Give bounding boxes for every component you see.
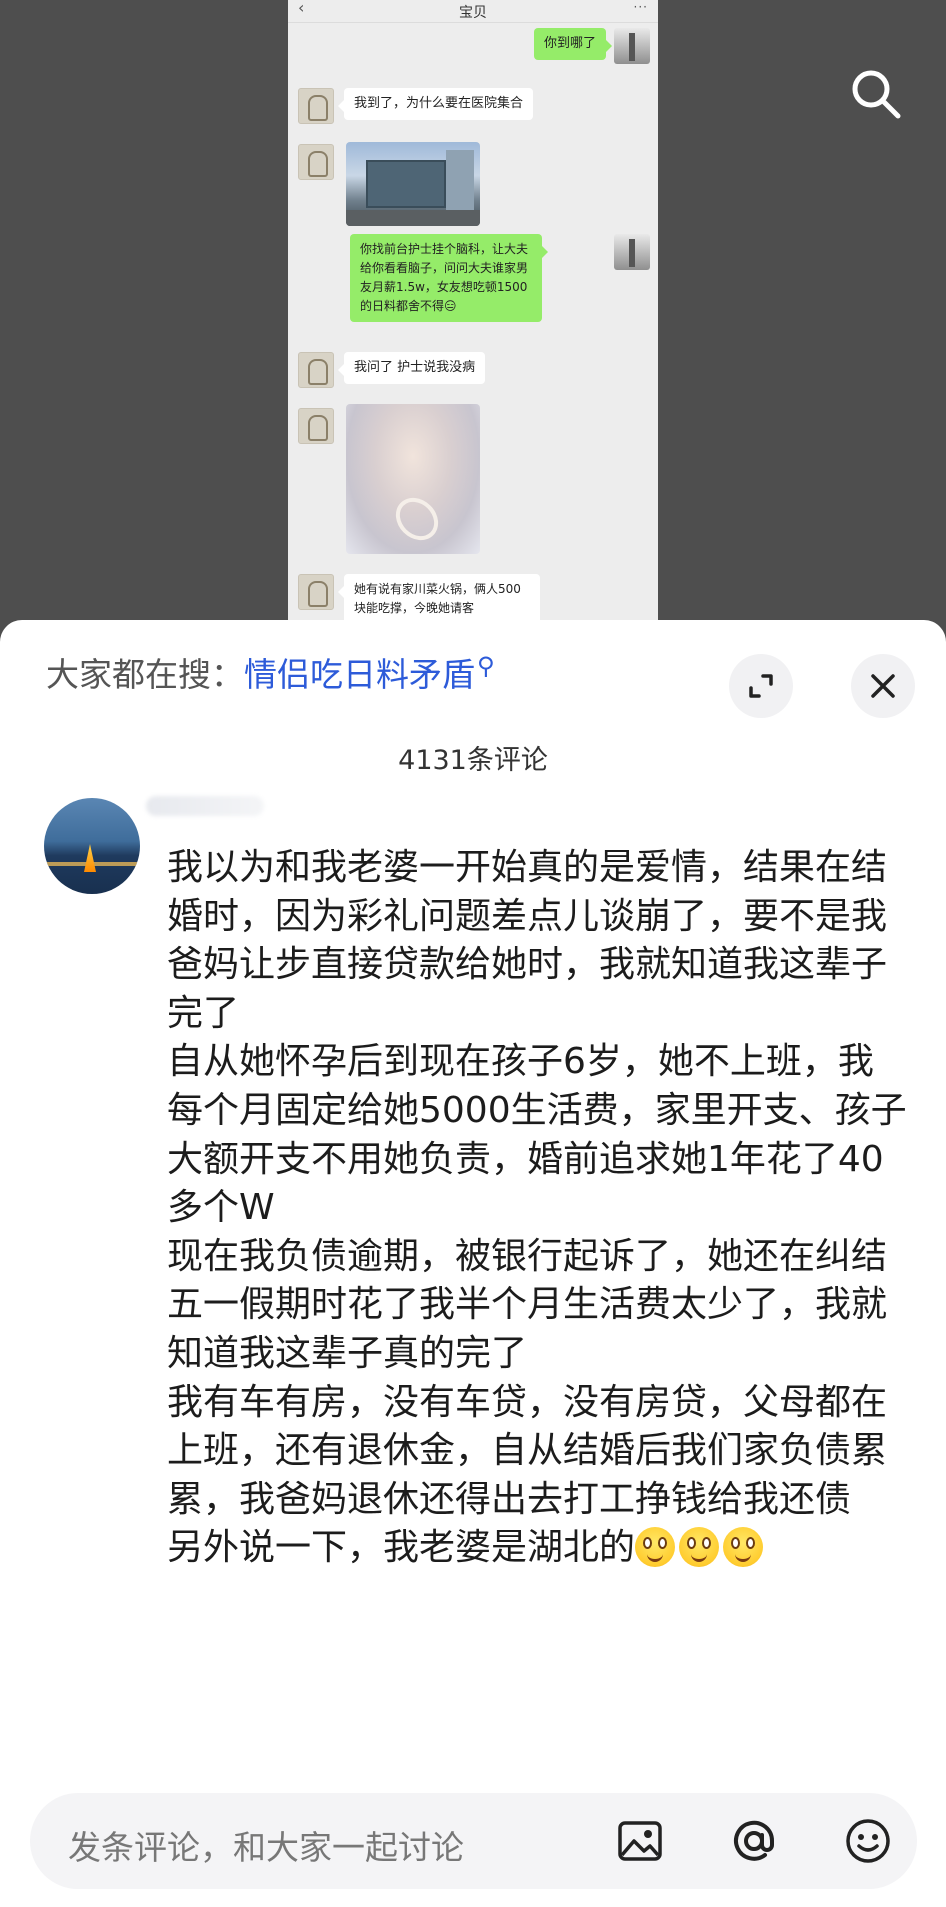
expand-icon — [749, 674, 773, 698]
smile-emoji-icon — [723, 1527, 764, 1568]
close-icon — [871, 674, 895, 698]
comment-input-bar[interactable]: 发条评论，和大家一起讨论 — [30, 1793, 917, 1889]
chat-bubble-left: 她有说有家川菜火锅，俩人500块能吃撑，今晚她请客 — [338, 574, 540, 624]
comment-panel: 大家都在搜：情侣吃日料矛盾⚲ 4131条评论 我以为和我老婆一开始真的是爱情，结… — [0, 620, 946, 1907]
chat-screenshot-image[interactable]: ‹ 宝贝 ··· 你到哪了 我到了，为什么要在医院集合 你找前台护士挂个脑科，让… — [288, 0, 658, 640]
comment-paragraph: 我以为和我老婆一开始真的是爱情，结果在结婚时，因为彩礼问题差点儿谈崩了，要不是我… — [167, 847, 888, 1034]
close-button[interactable] — [851, 654, 915, 718]
at-icon[interactable] — [726, 1813, 782, 1869]
comment-paragraph: 现在我负债逾期，被银行起诉了，她还在纠结五一假期时花了我半个月生活费太少了，我就… — [167, 1235, 888, 1374]
smile-emoji-icon — [679, 1527, 720, 1568]
username-blurred[interactable] — [146, 796, 264, 816]
search-icon — [852, 70, 901, 119]
comment-body: 我以为和我老婆一开始真的是爱情，结果在结婚时，因为彩礼问题差点儿谈崩了，要不是我… — [167, 844, 907, 1573]
comment-paragraph: 我有车有房，没有车贷，没有房贷，父母都在上班，还有退休金，自从结婚后我们家负债累… — [167, 1381, 888, 1520]
image-icon[interactable] — [612, 1813, 668, 1869]
comment-paragraph: 自从她怀孕后到现在孩子6岁，她不上班，我每个月固定给她5000生活费，家里开支、… — [167, 1041, 907, 1229]
comment-count: 4131条评论 — [398, 745, 548, 776]
trending-search-prefix: 大家都在搜： — [46, 655, 244, 694]
comment-last-line: 另外说一下，我老婆是湖北的 — [167, 1524, 907, 1573]
comment-paragraph: 另外说一下，我老婆是湖北的 — [167, 1527, 636, 1569]
comment-input-placeholder[interactable]: 发条评论，和大家一起讨论 — [68, 1821, 464, 1869]
trending-search: 大家都在搜：情侣吃日料矛盾⚲ — [46, 648, 495, 696]
trending-search-keyword[interactable]: 情侣吃日料矛盾 — [244, 655, 475, 694]
search-small-icon: ⚲ — [477, 652, 495, 680]
expand-button[interactable] — [729, 654, 793, 718]
emoji-icon[interactable] — [840, 1813, 896, 1869]
smile-emoji-icon — [635, 1527, 676, 1568]
chat-message: 她有说有家川菜火锅，俩人500块能吃撑，今晚她请客 — [288, 0, 658, 640]
avatar — [298, 574, 334, 610]
avatar[interactable] — [44, 798, 140, 894]
search-button[interactable] — [846, 64, 906, 124]
